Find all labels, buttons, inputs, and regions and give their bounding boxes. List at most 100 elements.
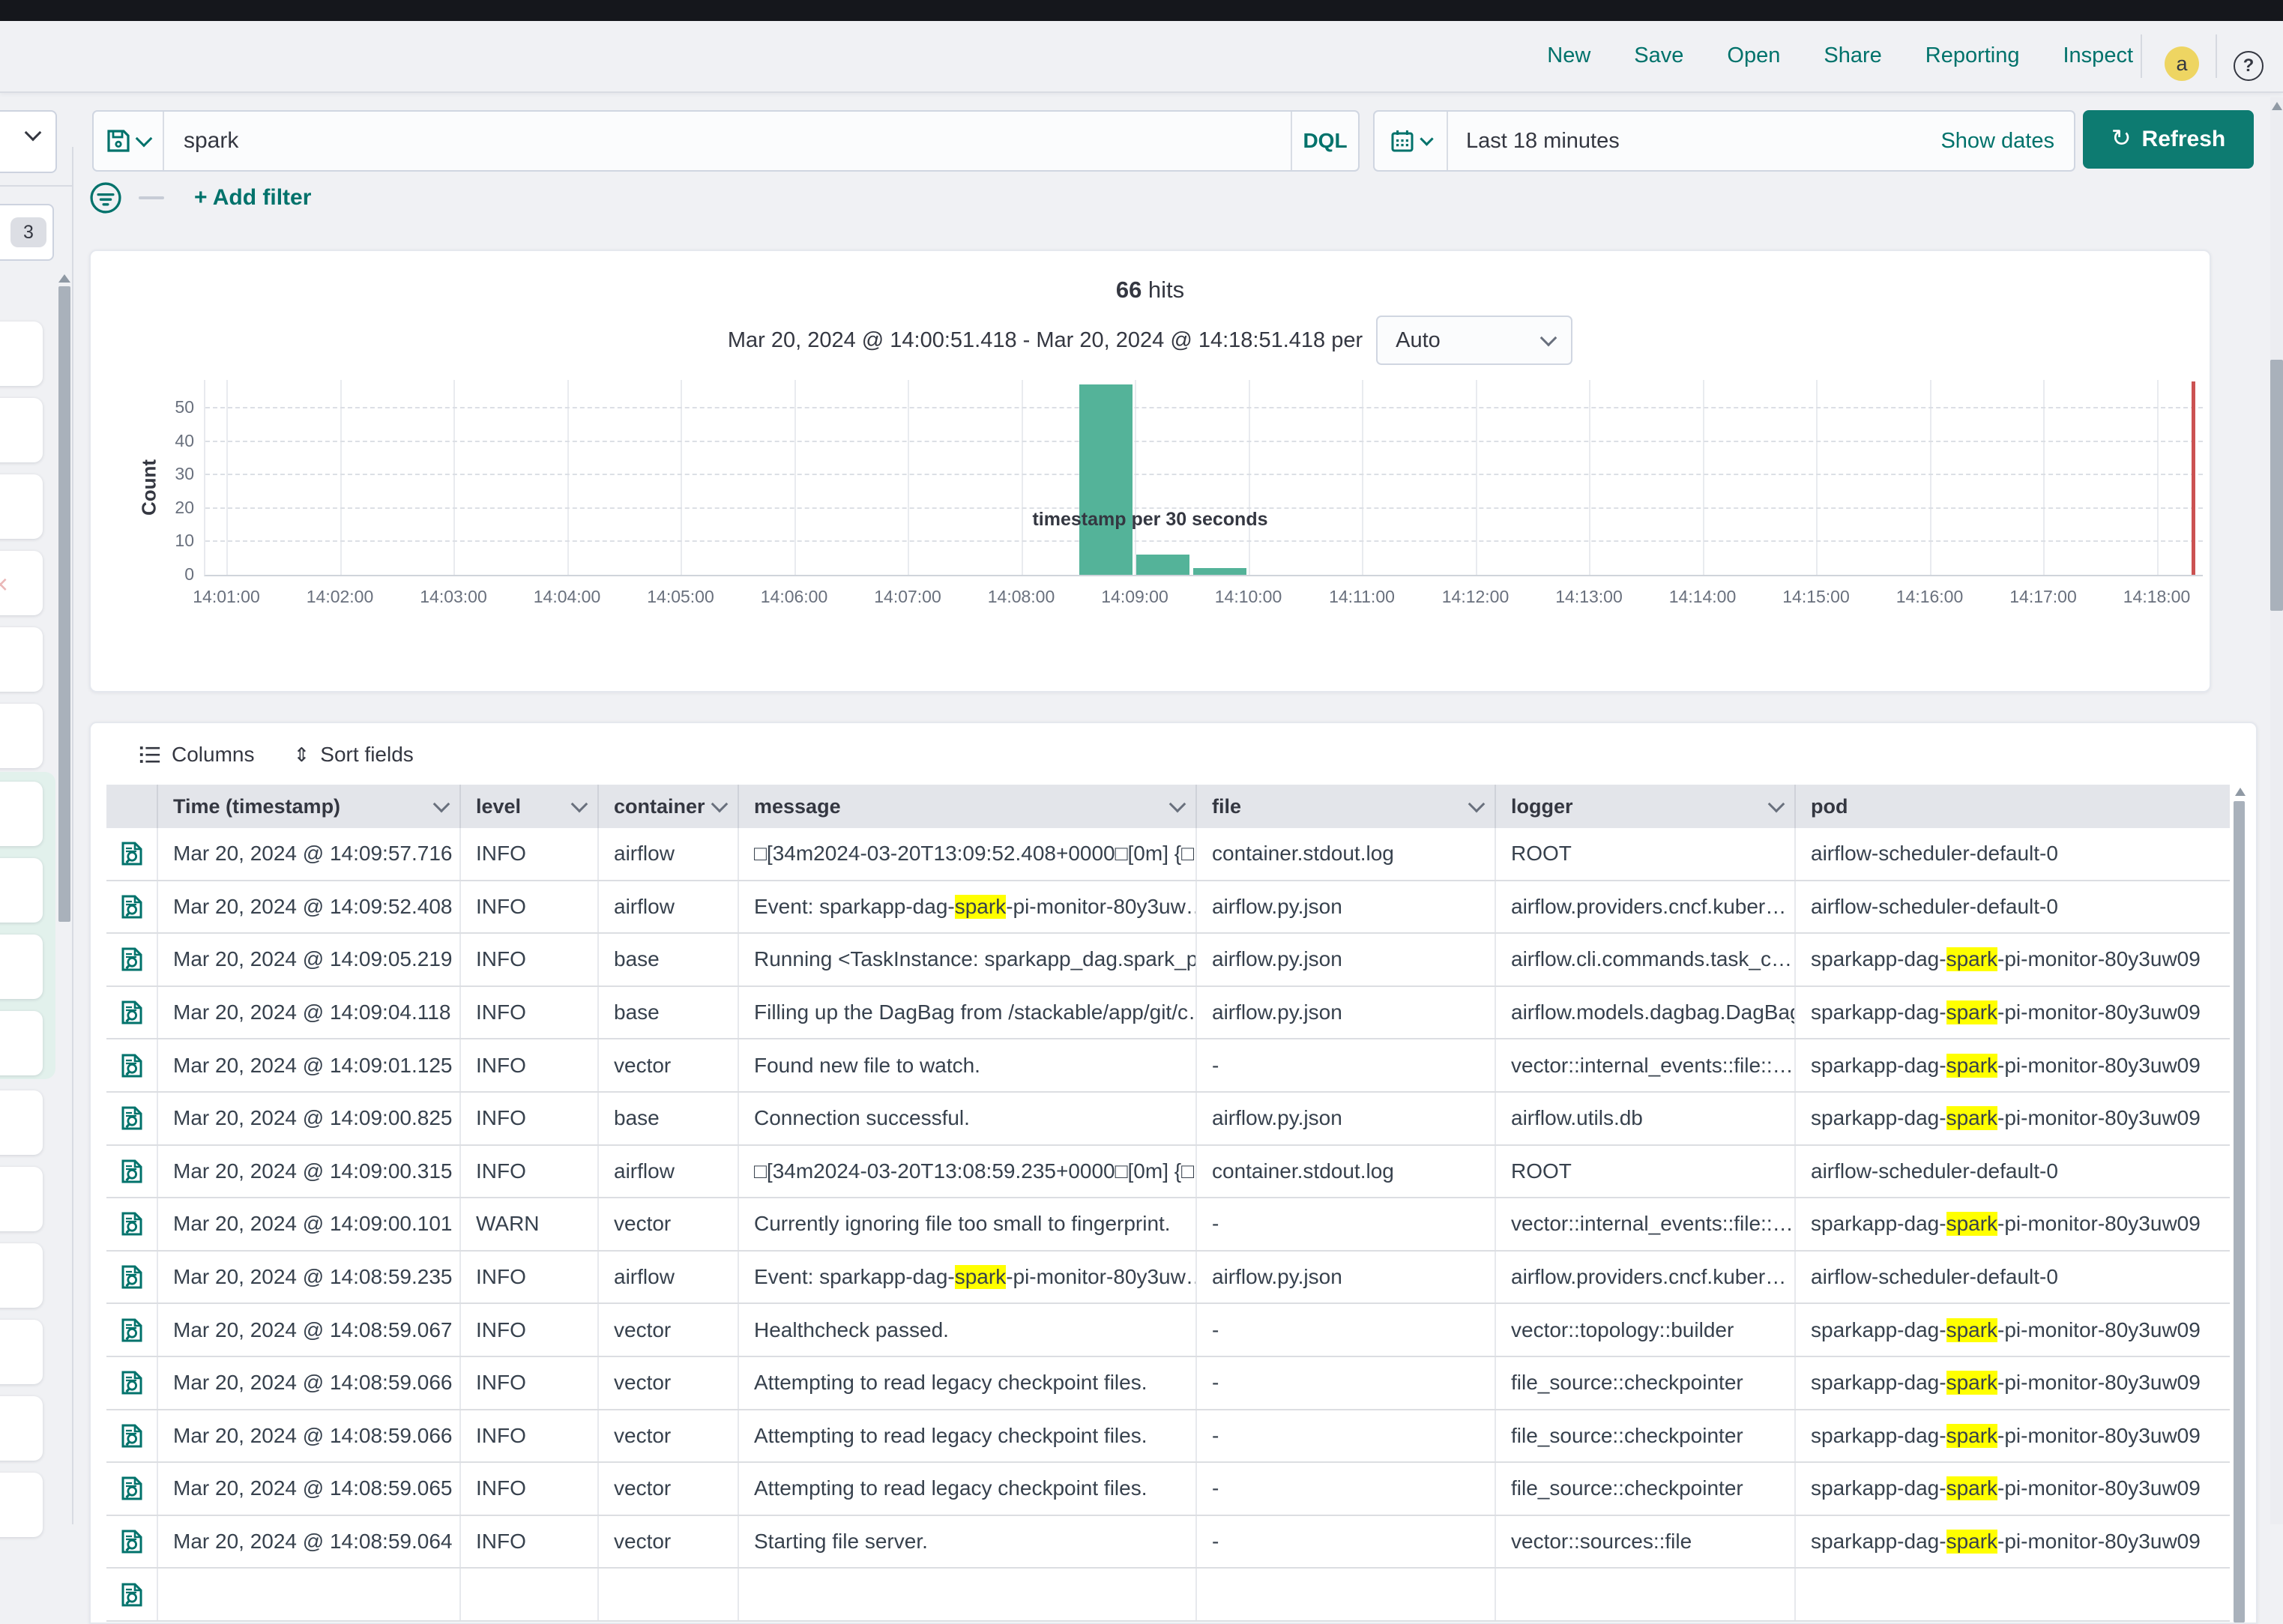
expand-row-button[interactable] xyxy=(106,1093,158,1144)
expand-row-button[interactable] xyxy=(106,828,158,880)
cell-file: - xyxy=(1197,1357,1496,1409)
chevron-down-icon[interactable] xyxy=(571,796,588,813)
show-dates-button[interactable]: Show dates xyxy=(1940,129,2074,154)
histogram-bar[interactable] xyxy=(1193,568,1246,575)
date-picker-menu-button[interactable] xyxy=(1375,112,1448,170)
x-gridline xyxy=(1816,380,1818,575)
x-tick-label: 14:05:00 xyxy=(647,587,714,607)
chevron-down-icon[interactable] xyxy=(433,796,450,813)
chevron-down-icon[interactable] xyxy=(1169,796,1186,813)
topnav-link-share[interactable]: Share xyxy=(1824,43,1881,68)
y-gridline xyxy=(205,540,2203,542)
search-input[interactable] xyxy=(164,128,1291,154)
saved-query-menu-button[interactable] xyxy=(94,112,164,170)
cell-container: vector xyxy=(599,1039,739,1091)
remove-icon[interactable]: × xyxy=(0,569,8,600)
expand-row-button[interactable] xyxy=(106,1357,158,1409)
left-panel-card[interactable] xyxy=(0,935,43,999)
left-panel-card[interactable] xyxy=(0,1090,43,1155)
topnav-link-open[interactable]: Open xyxy=(1727,43,1780,68)
left-scrollbar-thumb[interactable] xyxy=(58,286,70,922)
topnav-link-save[interactable]: Save xyxy=(1634,43,1683,68)
cell-pod: airflow-scheduler-default-0 xyxy=(1796,1146,2230,1198)
cell-logger: airflow.cli.commands.task_c… xyxy=(1496,934,1796,985)
column-header-level[interactable]: level xyxy=(461,785,599,828)
expand-row-button[interactable] xyxy=(106,1463,158,1515)
expand-row-button[interactable] xyxy=(106,1252,158,1303)
chevron-down-icon[interactable] xyxy=(711,796,729,813)
page-scrollbar-thumb[interactable] xyxy=(2270,360,2283,611)
column-header-container[interactable]: container xyxy=(599,785,739,828)
filter-bar-dash xyxy=(139,196,164,199)
left-panel-count-box[interactable]: 3 xyxy=(0,204,54,261)
left-panel-card[interactable] xyxy=(0,1167,43,1231)
expand-row-button[interactable] xyxy=(106,934,158,985)
expand-row-button[interactable] xyxy=(106,1516,158,1568)
left-panel-card[interactable]: × xyxy=(0,551,43,615)
table-scrollbar-up-icon[interactable] xyxy=(2235,788,2246,796)
left-panel-card[interactable] xyxy=(0,322,43,386)
topnav-link-inspect[interactable]: Inspect xyxy=(2063,43,2134,68)
table-scrollbar-thumb[interactable] xyxy=(2234,801,2245,1623)
histogram-plot: 14:01:0014:02:0014:03:0014:04:0014:05:00… xyxy=(204,380,2203,576)
topnav-link-reporting[interactable]: Reporting xyxy=(1925,43,2020,68)
page-scrollbar-up-icon[interactable] xyxy=(2272,102,2282,110)
inspect-document-icon xyxy=(121,1053,143,1078)
left-panel-card[interactable] xyxy=(0,1320,43,1384)
x-gridline xyxy=(908,380,909,575)
left-panel-card[interactable] xyxy=(0,1243,43,1308)
columns-button[interactable]: Columns xyxy=(139,743,254,767)
histogram-bar[interactable] xyxy=(1136,555,1189,575)
filter-icon[interactable] xyxy=(89,181,122,214)
interval-select[interactable]: Auto xyxy=(1376,316,1572,365)
cell-message: Event: sparkapp-dag-spark-pi-monitor-80y… xyxy=(739,1252,1197,1303)
left-panel-card[interactable] xyxy=(0,704,43,768)
column-header-time-timestamp-[interactable]: Time (timestamp) xyxy=(158,785,461,828)
column-header-file[interactable]: file xyxy=(1197,785,1496,828)
help-icon[interactable]: ? xyxy=(2234,51,2264,81)
chevron-down-icon[interactable] xyxy=(1468,796,1486,813)
sort-fields-button[interactable]: ⇕ Sort fields xyxy=(293,743,413,767)
inspect-document-icon xyxy=(121,1000,143,1025)
left-panel-card[interactable] xyxy=(0,1473,43,1537)
cell-pod: sparkapp-dag-spark-pi-monitor-80y3uw09 xyxy=(1796,1093,2230,1144)
cell-message: Starting file server. xyxy=(739,1516,1197,1568)
expand-row-button[interactable] xyxy=(106,987,158,1039)
inspect-document-icon xyxy=(121,1211,143,1237)
query-language-button[interactable]: DQL xyxy=(1291,112,1358,170)
table-row: Mar 20, 2024 @ 14:09:52.408INFOairflowEv… xyxy=(106,881,2230,935)
add-filter-button[interactable]: + Add filter xyxy=(194,185,311,211)
left-panel-card[interactable] xyxy=(0,858,43,923)
expand-row-button[interactable] xyxy=(106,1410,158,1462)
avatar[interactable]: a xyxy=(2165,46,2199,81)
page-scrollbar[interactable] xyxy=(2270,97,2283,1524)
histogram-bar[interactable] xyxy=(1079,384,1133,575)
time-range-value[interactable]: Last 18 minutes xyxy=(1448,129,1940,154)
left-panel-card[interactable] xyxy=(0,1011,43,1075)
topnav-link-new[interactable]: New xyxy=(1547,43,1590,68)
inspect-document-icon xyxy=(121,1159,143,1184)
column-header-message[interactable]: message xyxy=(739,785,1197,828)
chevron-down-icon[interactable] xyxy=(1768,796,1785,813)
left-panel-card[interactable] xyxy=(0,398,43,462)
expand-row-button[interactable] xyxy=(106,881,158,933)
left-scrollbar-up-icon[interactable] xyxy=(58,274,70,283)
expand-row-button[interactable] xyxy=(106,1304,158,1356)
column-header-pod[interactable]: pod xyxy=(1796,785,2230,828)
expand-row-button[interactable] xyxy=(106,1569,158,1620)
refresh-button[interactable]: ↻ Refresh xyxy=(2083,110,2254,169)
column-header-logger[interactable]: logger xyxy=(1496,785,1796,828)
y-tick-label: 40 xyxy=(112,431,194,451)
cell-file: airflow.py.json xyxy=(1197,1252,1496,1303)
cell-container: vector xyxy=(599,1463,739,1515)
current-time-marker xyxy=(2192,381,2195,575)
left-panel-card[interactable] xyxy=(0,627,43,692)
expand-row-button[interactable] xyxy=(106,1198,158,1250)
expand-row-button[interactable] xyxy=(106,1039,158,1091)
cell-logger: file_source::checkpointer xyxy=(1496,1463,1796,1515)
left-panel-collapse-button[interactable] xyxy=(0,110,57,173)
left-panel-card[interactable] xyxy=(0,782,43,846)
expand-row-button[interactable] xyxy=(106,1146,158,1198)
left-panel-card[interactable] xyxy=(0,474,43,539)
left-panel-card[interactable] xyxy=(0,1396,43,1461)
